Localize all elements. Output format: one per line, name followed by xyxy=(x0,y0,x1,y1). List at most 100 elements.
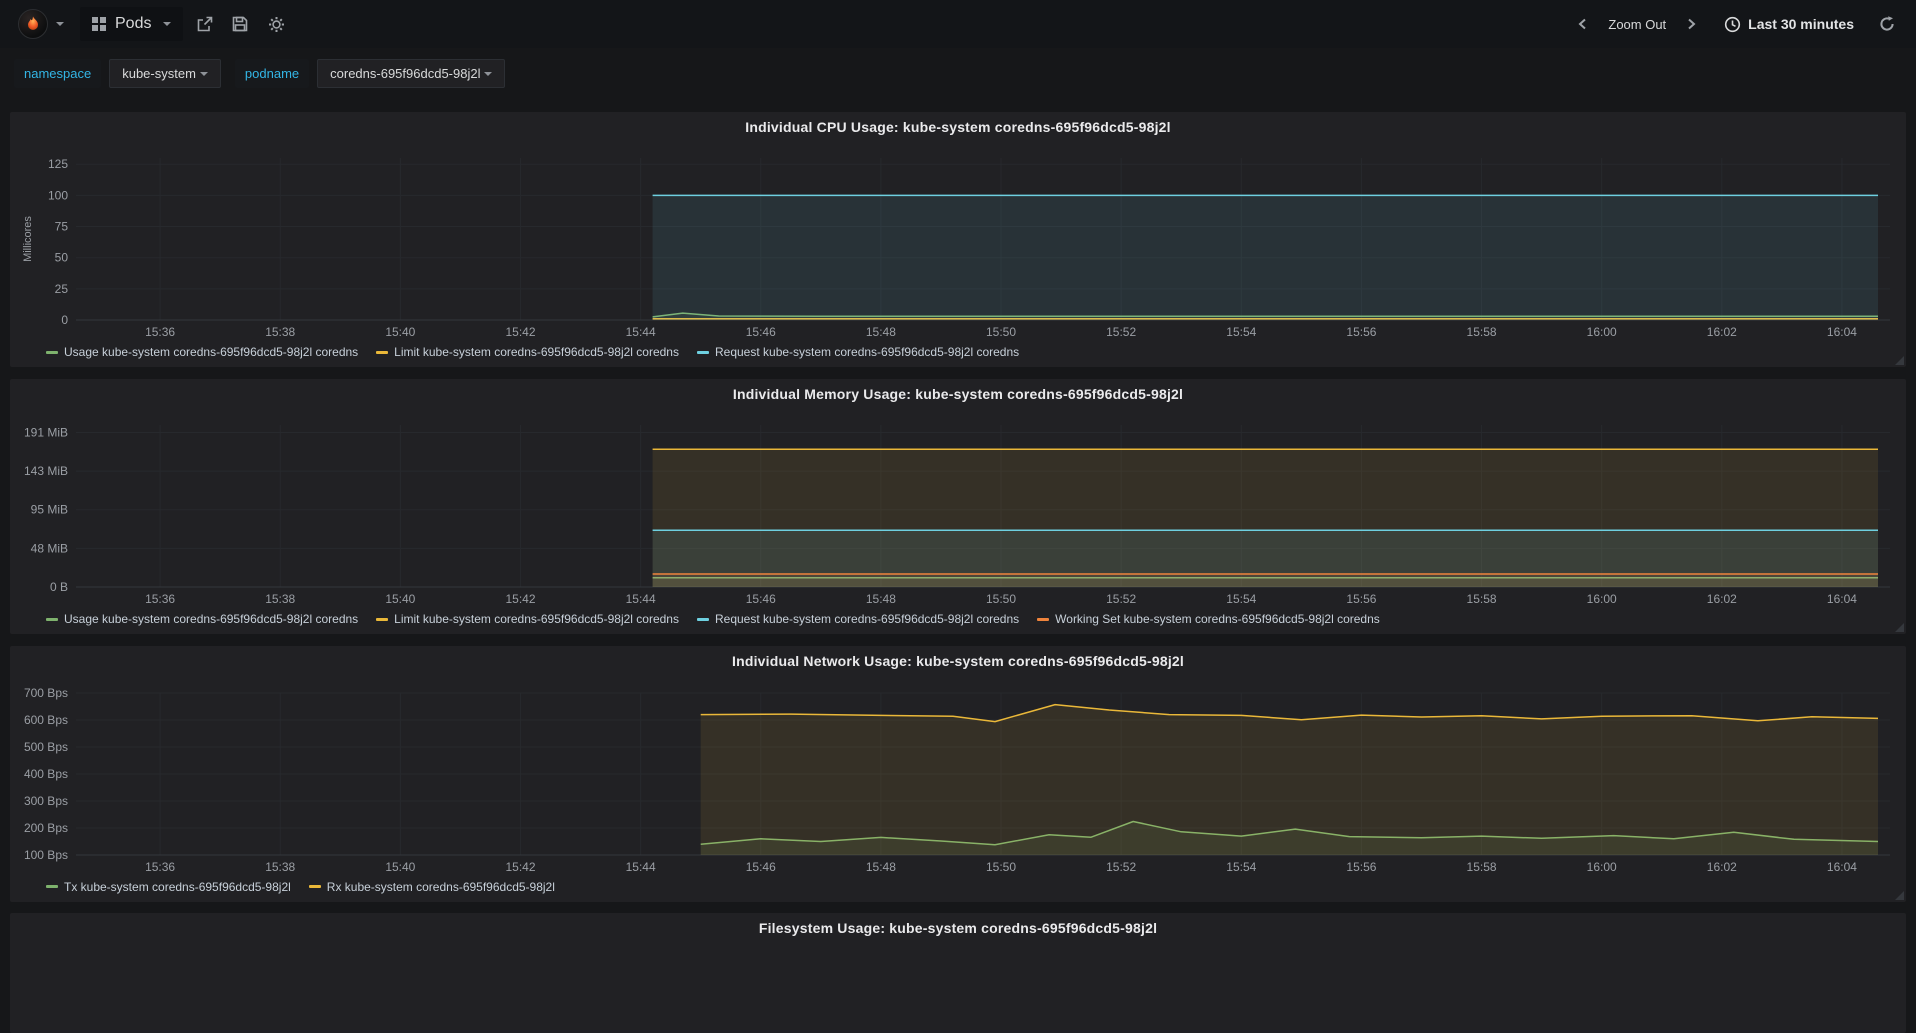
svg-text:25: 25 xyxy=(55,282,69,296)
share-button[interactable] xyxy=(189,9,219,39)
svg-text:16:00: 16:00 xyxy=(1587,592,1617,606)
namespace-caret-icon xyxy=(199,71,208,76)
memory-legend: Usage kube-system coredns-695f96dcd5-98j… xyxy=(18,609,1898,634)
svg-text:75: 75 xyxy=(55,220,69,234)
chart-area: 15:36 15:38 15:40 15:42 15:44 15:46 15:48 15:50… xyxy=(18,685,1898,877)
panel-title[interactable]: Individual Memory Usage: kube-system cor… xyxy=(18,379,1898,406)
grafana-logo-button[interactable] xyxy=(14,5,68,43)
panel-resize-handle[interactable] xyxy=(1895,890,1904,900)
save-icon xyxy=(233,16,248,32)
svg-text:15:46: 15:46 xyxy=(746,860,776,874)
svg-text:15:50: 15:50 xyxy=(986,860,1016,874)
svg-text:15:56: 15:56 xyxy=(1346,860,1376,874)
time-shift-back-button[interactable] xyxy=(1568,9,1598,39)
memory-chart-canvas[interactable]: 15:36 15:38 15:40 15:42 15:44 15:46 15:48 15:50… xyxy=(18,417,1898,609)
svg-text:16:02: 16:02 xyxy=(1707,325,1737,339)
svg-text:15:44: 15:44 xyxy=(626,592,656,606)
legend-series-label: Request kube-system coredns-695f96dcd5-9… xyxy=(714,612,1020,627)
svg-text:15:42: 15:42 xyxy=(505,325,535,339)
svg-text:15:56: 15:56 xyxy=(1346,592,1376,606)
svg-text:16:04: 16:04 xyxy=(1827,860,1857,874)
legend-item[interactable]: Tx kube-system coredns-695f96dcd5-98j2l xyxy=(46,880,291,894)
org-caret-icon xyxy=(56,22,64,26)
podname-label: podname xyxy=(234,59,310,88)
legend-series-swatch xyxy=(696,617,709,621)
legend-series-label: Rx kube-system coredns-695f96dcd5-98j2l xyxy=(326,879,555,894)
legend-item[interactable]: Request kube-system coredns-695f96dcd5-9… xyxy=(696,345,1020,360)
legend-series-swatch xyxy=(376,350,389,354)
legend-item[interactable]: Usage kube-system coredns-695f96dcd5-98j… xyxy=(46,612,358,626)
svg-text:15:42: 15:42 xyxy=(505,860,535,874)
legend-item[interactable]: Rx kube-system coredns-695f96dcd5-98j2l xyxy=(308,879,555,894)
svg-text:15:58: 15:58 xyxy=(1467,592,1497,606)
panel-cpu-usage: Individual CPU Usage: kube-system coredn… xyxy=(10,111,1906,368)
svg-text:95 MiB: 95 MiB xyxy=(31,503,68,517)
legend-item[interactable]: Limit kube-system coredns-695f96dcd5-98j… xyxy=(376,345,679,359)
cpu-chart-canvas[interactable]: 15:36 15:38 15:40 15:42 15:44 15:46 15:48 15:50… xyxy=(18,150,1898,342)
legend-series-label: Usage kube-system coredns-695f96dcd5-98j… xyxy=(64,612,359,627)
svg-text:15:58: 15:58 xyxy=(1467,860,1497,874)
panel-resize-handle[interactable] xyxy=(1895,623,1904,633)
time-shift-forward-button[interactable] xyxy=(1676,9,1706,39)
svg-text:16:04: 16:04 xyxy=(1827,325,1857,339)
svg-text:15:38: 15:38 xyxy=(265,325,295,339)
time-controls: Zoom Out Last 30 minutes xyxy=(1568,9,1902,39)
namespace-value: kube-system xyxy=(122,66,196,81)
namespace-dropdown[interactable]: kube-system xyxy=(109,59,221,88)
svg-text:16:00: 16:00 xyxy=(1587,325,1617,339)
legend-series-swatch xyxy=(46,617,58,621)
svg-text:15:54: 15:54 xyxy=(1226,325,1256,339)
panel-filesystem-usage: Filesystem Usage: kube-system coredns-69… xyxy=(10,913,1906,1033)
legend-item[interactable]: Request kube-system coredns-695f96dcd5-9… xyxy=(696,612,1020,627)
svg-text:50: 50 xyxy=(55,251,69,265)
dashboard-caret-icon xyxy=(163,22,172,26)
svg-text:15:44: 15:44 xyxy=(626,860,656,874)
legend-series-swatch xyxy=(46,350,58,354)
legend-series-label: Request kube-system coredns-695f96dcd5-9… xyxy=(714,345,1020,360)
svg-text:15:46: 15:46 xyxy=(746,592,776,606)
template-variables-row: namespace kube-system podname coredns-69… xyxy=(0,48,1916,98)
svg-text:15:54: 15:54 xyxy=(1226,860,1256,874)
refresh-icon xyxy=(1880,16,1894,31)
legend-item[interactable]: Usage kube-system coredns-695f96dcd5-98j… xyxy=(46,345,358,359)
grafana-flame-icon xyxy=(28,16,38,30)
panel-title[interactable]: Individual Network Usage: kube-system co… xyxy=(18,646,1898,673)
grafana-logo xyxy=(18,9,48,39)
network-chart-canvas[interactable]: 15:36 15:38 15:40 15:42 15:44 15:46 15:48 15:50… xyxy=(18,685,1898,877)
dashboard-body: Individual CPU Usage: kube-system coredn… xyxy=(0,98,1916,1033)
svg-text:16:02: 16:02 xyxy=(1707,592,1737,606)
save-button[interactable] xyxy=(225,9,255,39)
svg-text:143 MiB: 143 MiB xyxy=(24,465,68,479)
svg-text:400 Bps: 400 Bps xyxy=(24,767,68,781)
panel-title[interactable]: Filesystem Usage: kube-system coredns-69… xyxy=(18,913,1898,940)
refresh-button[interactable] xyxy=(1872,9,1902,39)
variable-podname: podname coredns-695f96dcd5-98j2l xyxy=(234,59,506,88)
legend-item[interactable]: Working Set kube-system coredns-695f96dc… xyxy=(1037,612,1380,626)
svg-text:15:52: 15:52 xyxy=(1106,860,1136,874)
panel-title[interactable]: Individual CPU Usage: kube-system coredn… xyxy=(18,112,1898,139)
dashboard-picker[interactable]: Pods xyxy=(80,7,184,41)
time-range-label: Last 30 minutes xyxy=(1748,16,1854,32)
variable-namespace: namespace kube-system xyxy=(14,59,221,88)
zoom-out-button[interactable]: Zoom Out xyxy=(1608,17,1666,32)
svg-text:15:48: 15:48 xyxy=(866,592,896,606)
svg-text:15:56: 15:56 xyxy=(1346,325,1376,339)
svg-text:100 Bps: 100 Bps xyxy=(24,848,68,862)
legend-series-swatch xyxy=(376,617,389,621)
panel-resize-handle[interactable] xyxy=(1895,356,1904,366)
panel-network-usage: Individual Network Usage: kube-system co… xyxy=(10,646,1906,902)
time-range-picker[interactable]: Last 30 minutes xyxy=(1716,10,1862,39)
svg-text:0 B: 0 B xyxy=(50,580,68,594)
legend-series-label: Working Set kube-system coredns-695f96dc… xyxy=(1055,612,1380,627)
legend-series-label: Limit kube-system coredns-695f96dcd5-98j… xyxy=(394,612,679,627)
legend-series-swatch xyxy=(308,885,321,889)
svg-text:15:44: 15:44 xyxy=(626,325,656,339)
settings-button[interactable] xyxy=(261,9,291,39)
svg-text:500 Bps: 500 Bps xyxy=(24,740,68,754)
namespace-label: namespace xyxy=(14,59,102,88)
legend-item[interactable]: Limit kube-system coredns-695f96dcd5-98j… xyxy=(376,612,679,626)
svg-text:15:52: 15:52 xyxy=(1106,592,1136,606)
chevron-left-icon xyxy=(1578,18,1587,30)
podname-dropdown[interactable]: coredns-695f96dcd5-98j2l xyxy=(317,59,506,88)
legend-series-label: Tx kube-system coredns-695f96dcd5-98j2l xyxy=(64,879,291,894)
